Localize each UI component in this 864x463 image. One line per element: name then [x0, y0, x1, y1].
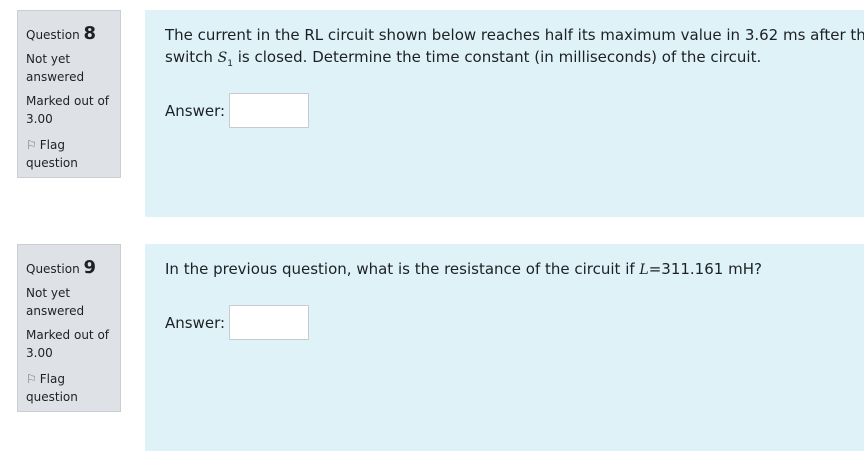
flag-question-button[interactable]: ⚐ Flag question	[26, 136, 112, 172]
flag-icon: ⚐	[26, 372, 37, 386]
question-number: Question 9	[26, 257, 112, 278]
answer-label: Answer:	[165, 313, 226, 332]
question-content-8: The current in the RL circuit shown belo…	[145, 10, 864, 217]
question-number-value: 9	[83, 257, 97, 278]
question-info-8: Question 8 Not yet answered Marked out o…	[17, 10, 121, 178]
question-number: Question 8	[26, 23, 112, 44]
answer-label: Answer:	[165, 101, 226, 120]
question-content-9: In the previous question, what is the re…	[145, 244, 864, 451]
question-text-line: switch S1 is closed. Determine the time …	[165, 46, 844, 75]
flag-icon: ⚐	[26, 138, 37, 152]
answer-input[interactable]	[229, 93, 310, 128]
answer-row: Answer:	[165, 305, 310, 340]
flag-question-button[interactable]: ⚐ Flag question	[26, 370, 112, 406]
question-text: The current in the RL circuit shown belo…	[165, 24, 864, 75]
question-text: In the previous question, what is the re…	[165, 258, 844, 281]
question-grade: Marked out of 3.00	[26, 94, 110, 126]
answer-input[interactable]	[229, 305, 310, 340]
math-variable: L	[639, 262, 649, 278]
question-state: Not yet answered	[26, 52, 85, 84]
question-label: Question	[26, 262, 80, 276]
answer-row: Answer:	[165, 93, 310, 128]
question-info-9: Question 9 Not yet answered Marked out o…	[17, 244, 121, 412]
question-label: Question	[26, 28, 80, 42]
text-fragment: is closed. Determine the time constant (…	[232, 48, 762, 66]
text-fragment: switch	[165, 48, 218, 66]
text-fragment: In the previous question, what is the re…	[165, 260, 640, 278]
math-variable: S	[217, 50, 228, 66]
question-grade: Marked out of 3.00	[26, 328, 110, 360]
text-fragment: =311.161 mH?	[648, 260, 762, 278]
question-number-value: 8	[83, 23, 97, 44]
question-state: Not yet answered	[26, 286, 85, 318]
question-text-line: The current in the RL circuit shown belo…	[165, 26, 864, 44]
